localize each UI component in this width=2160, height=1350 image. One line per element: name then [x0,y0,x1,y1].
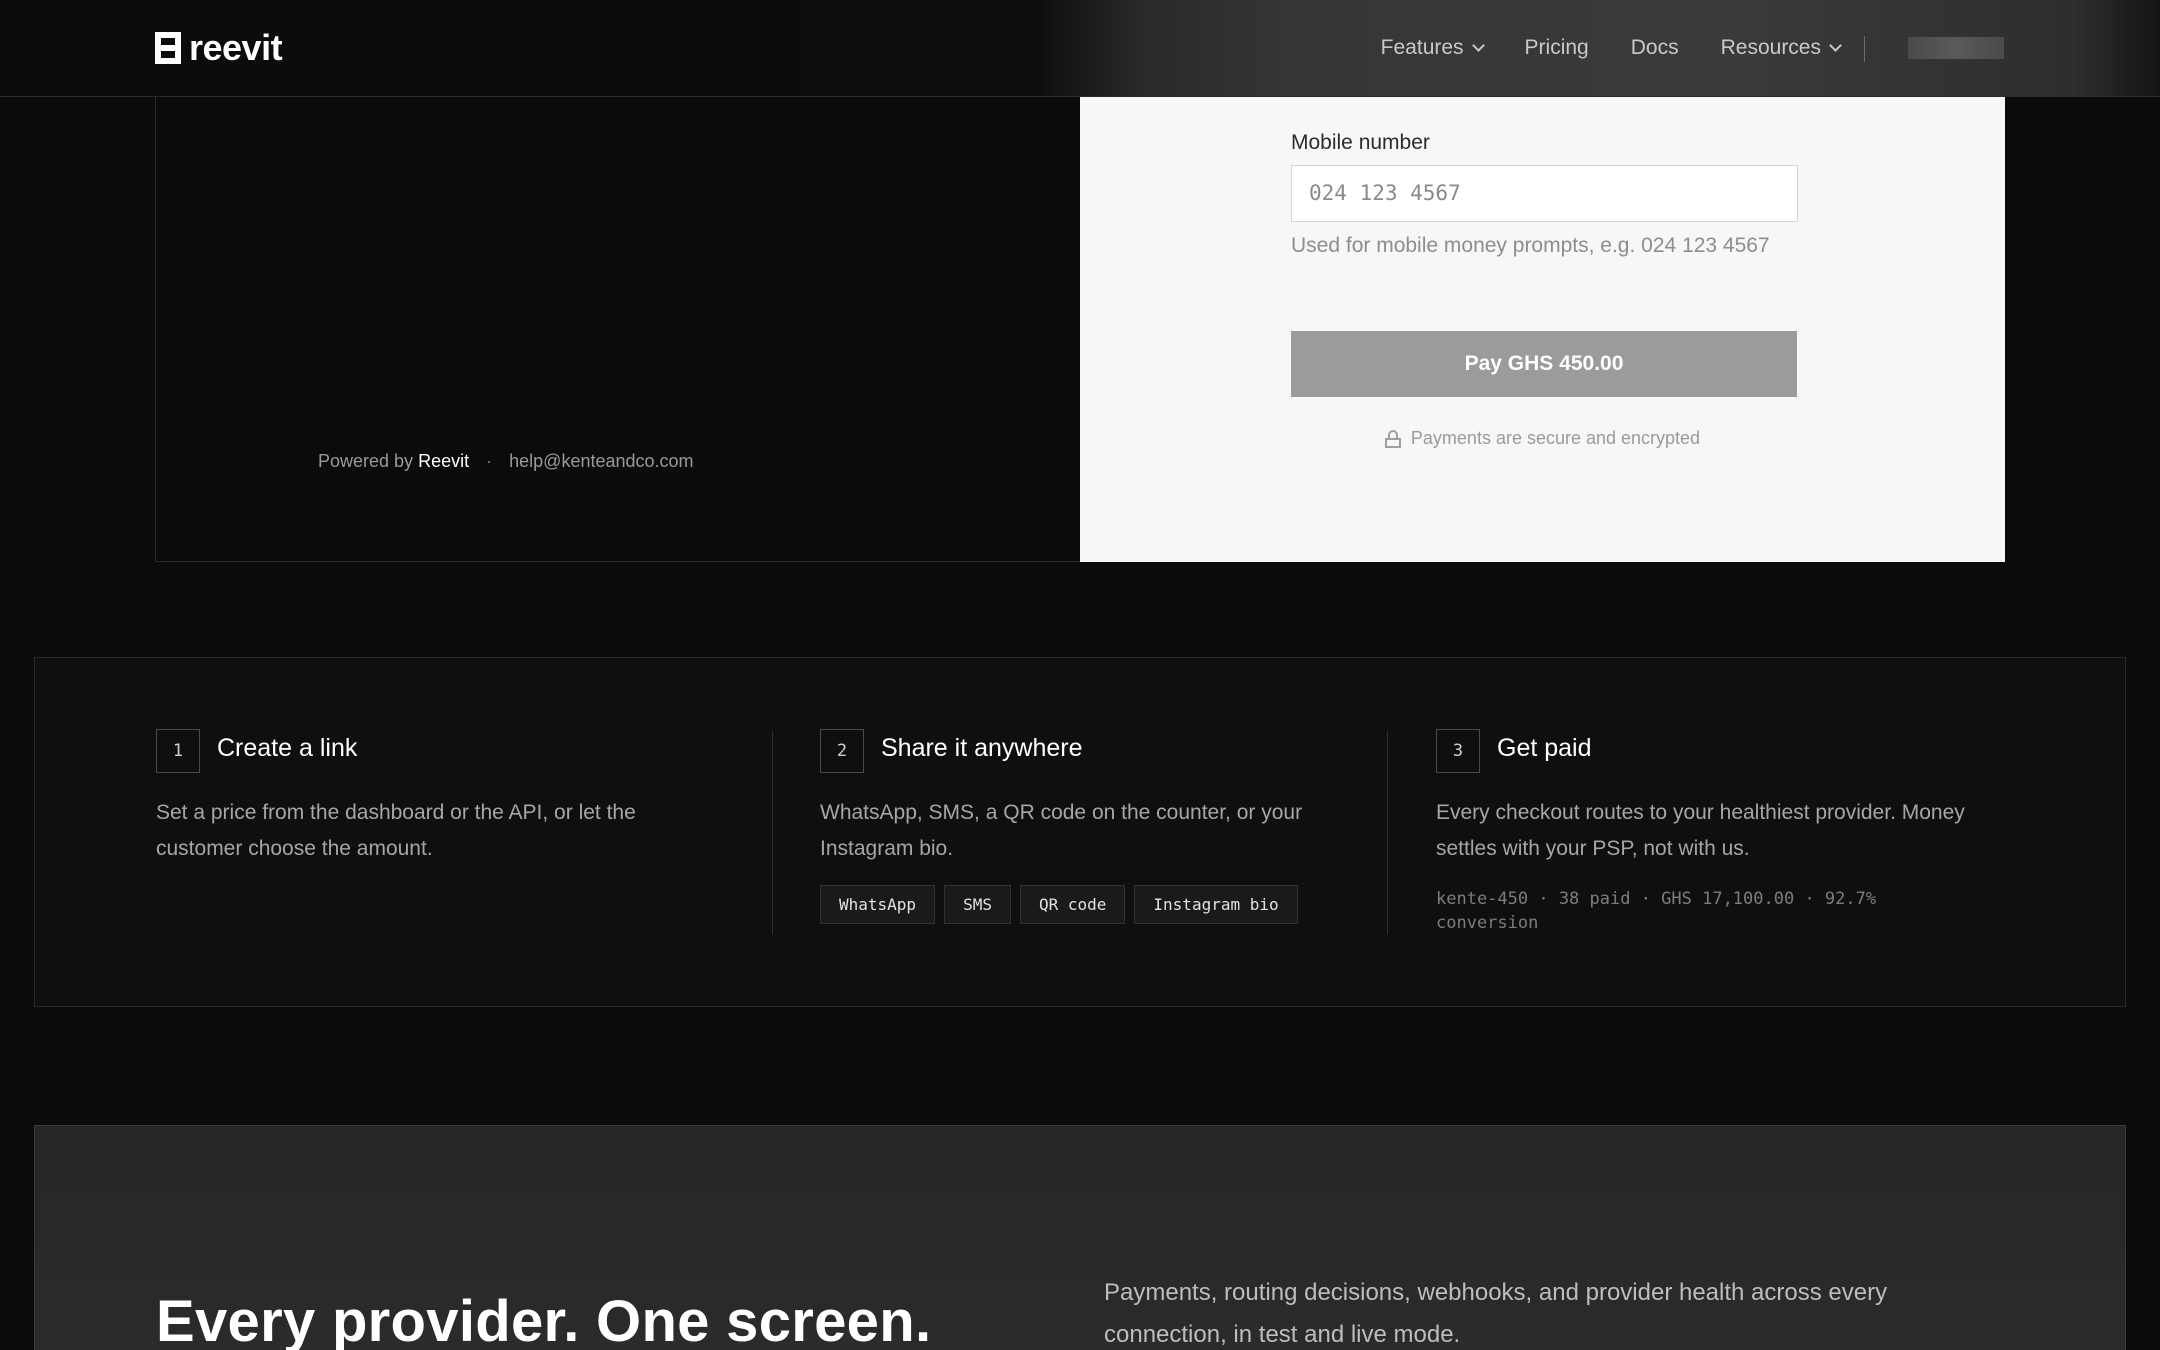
nav-item-label: Features [1380,36,1464,59]
nav-item-label: Pricing [1524,36,1589,59]
nav-divider [1864,36,1865,62]
mobile-number-label: Mobile number [1291,131,1430,154]
pay-button-label: Pay GHS 450.00 [1464,352,1624,375]
link-stats: kente-450 · 38 paid · GHS 17,100.00 · 92… [1436,889,1877,933]
step-divider [772,731,773,934]
nav-item-pricing[interactable]: Pricing [1525,36,1589,60]
powered-by-brand[interactable]: Reevit [418,451,469,471]
support-email-link[interactable]: help@kenteandco.com [509,451,693,471]
step-description: Every checkout routes to your healthiest… [1436,801,1965,860]
powered-by-prefix: Powered by [318,451,414,471]
separator-dot: · [486,451,493,471]
tag-whatsapp[interactable]: WhatsApp [820,885,936,924]
step-description: Set a price from the dashboard or the AP… [156,801,636,860]
tag-qr-code[interactable]: QR code [1019,885,1126,924]
how-it-works-steps: 1 Create a link Set a price from the das… [34,657,2126,1007]
nav-item-features[interactable]: Features [1380,36,1485,60]
section-heading: Every provider. One screen. [156,1289,932,1350]
step-number: 1 [156,729,200,773]
nav-cta-button[interactable] [1908,37,2004,59]
nav-item-resources[interactable]: Resources [1720,36,1842,60]
provider-overview-section: Every provider. One screen. Payments, ro… [34,1125,2126,1350]
share-channel-tags: WhatsApp SMS QR code Instagram bio [820,885,1298,924]
chevron-down-icon [1471,38,1485,52]
step-number: 3 [1436,729,1480,773]
step-title: Share it anywhere [881,734,1083,762]
secure-note-text: Payments are secure and encrypted [1410,428,1701,448]
nav-item-label: Docs [1630,36,1679,59]
step-title: Create a link [217,734,358,762]
lock-icon [1384,429,1401,448]
step-number: 2 [820,729,864,773]
brand-name: reevit [189,27,283,68]
reevit-logo-icon [155,32,181,64]
chevron-down-icon [1829,38,1842,52]
step-divider [1387,731,1388,934]
step-title: Get paid [1497,734,1592,762]
tag-sms[interactable]: SMS [944,885,1011,924]
top-navigation: reevit Features Pricing Docs Resources [0,0,2160,97]
mobile-number-input[interactable]: 024 123 4567 [1291,165,1798,222]
tag-instagram-bio[interactable]: Instagram bio [1134,885,1298,924]
checkout-form-panel: Mobile number 024 123 4567 Used for mobi… [1080,97,2005,562]
section-body: Payments, routing decisions, webhooks, a… [1104,1279,1888,1348]
mobile-number-help: Used for mobile money prompts, e.g. 024 … [1291,234,1770,257]
pay-button[interactable]: Pay GHS 450.00 [1291,331,1797,397]
step-description: WhatsApp, SMS, a QR code on the counter,… [820,801,1303,860]
nav-links: Features Pricing Docs Resources [1339,28,1842,68]
powered-by-footer: Powered by Reevit · help@kenteandco.com [318,451,694,472]
nav-item-docs[interactable]: Docs [1631,36,1679,60]
nav-item-label: Resources [1720,36,1821,59]
brand-logo[interactable]: reevit [155,27,283,68]
checkout-summary-panel: Powered by Reevit · help@kenteandco.com [155,97,1080,562]
secure-payments-note: Payments are secure and encrypted [1080,428,2005,449]
